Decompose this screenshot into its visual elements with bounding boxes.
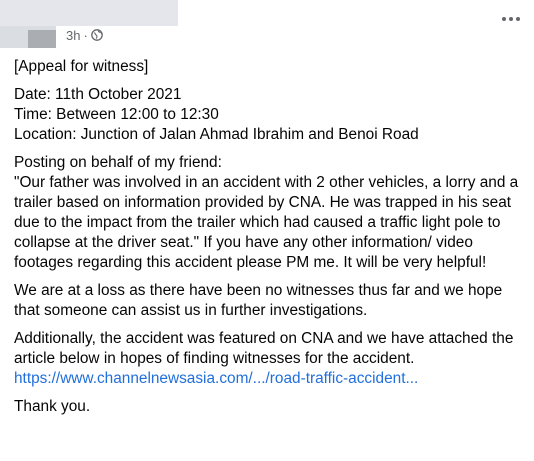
- redacted-avatar: [0, 26, 56, 48]
- redacted-author-name: [0, 0, 178, 26]
- detail-time: Time: Between 12:00 to 12:30: [14, 106, 219, 123]
- post-text: [Appeal for witness] Date: 11th October …: [14, 57, 526, 425]
- quote-body: "Our father was involved in an accident …: [14, 174, 523, 271]
- more-horizontal-icon: [502, 17, 520, 21]
- post-header: 3h ·: [0, 0, 534, 52]
- meta-separator: ·: [83, 27, 88, 43]
- post-paragraph-heading: [Appeal for witness]: [14, 58, 149, 75]
- post-meta: 3h ·: [66, 26, 103, 44]
- article-link[interactable]: https://www.channelnewsasia.com/.../road…: [14, 370, 418, 387]
- post-paragraph-no-witnesses: We are at a loss as there have been no w…: [14, 282, 507, 319]
- post-paragraph-thanks: Thank you.: [14, 398, 91, 415]
- detail-date: Date: 11th October 2021: [14, 86, 182, 103]
- cna-text: Additionally, the accident was featured …: [14, 330, 518, 367]
- redacted-avatar-shade: [28, 30, 56, 48]
- post-paragraph-cna: Additionally, the accident was featured …: [14, 329, 526, 389]
- post-timestamp[interactable]: 3h: [66, 28, 80, 43]
- more-options-button[interactable]: [498, 8, 524, 30]
- post-paragraph-details: Date: 11th October 2021 Time: Between 12…: [14, 85, 526, 145]
- globe-icon[interactable]: [90, 29, 103, 41]
- post-paragraph-quote: Posting on behalf of my friend: "Our fat…: [14, 153, 526, 273]
- detail-location: Location: Junction of Jalan Ahmad Ibrahi…: [14, 126, 419, 143]
- quote-intro: Posting on behalf of my friend:: [14, 154, 222, 171]
